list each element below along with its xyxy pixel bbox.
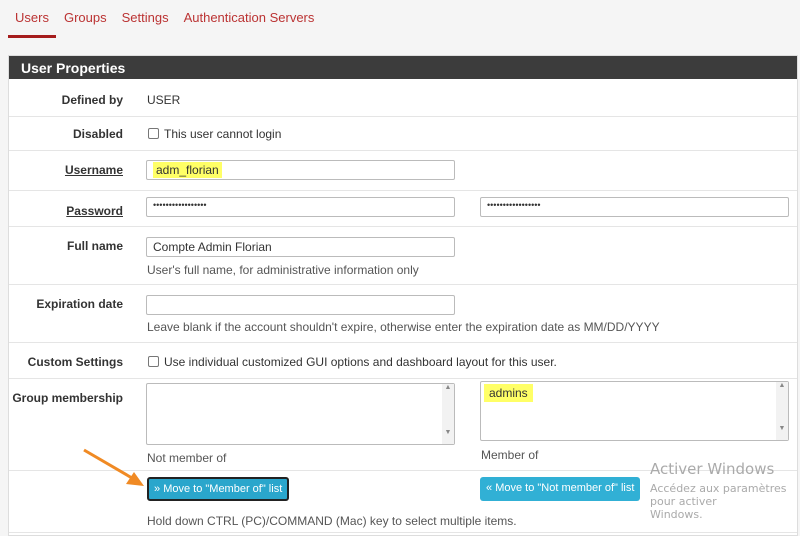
full-name-input[interactable]: Compte Admin Florian: [146, 237, 455, 257]
windows-watermark-line2: Windows.: [650, 508, 703, 521]
tab-users[interactable]: Users: [8, 0, 56, 38]
double-chevron-left-icon: «: [486, 482, 493, 494]
move-to-member-button[interactable]: » Move to "Member of" list: [147, 477, 290, 501]
expiration-label: Expiration date: [36, 297, 123, 311]
custom-settings-checkbox[interactable]: [148, 356, 159, 367]
password-confirm-input[interactable]: •••••••••••••••••: [480, 197, 789, 217]
move-to-not-member-label: Move to "Not member of" list: [495, 482, 635, 494]
full-name-help: User's full name, for administrative inf…: [147, 263, 419, 277]
panel-title: User Properties: [9, 56, 797, 79]
member-of-label: Member of: [481, 448, 539, 462]
expiration-input[interactable]: [146, 295, 455, 315]
double-chevron-right-icon: »: [154, 483, 161, 495]
row-expiration: Expiration date Leave blank if the accou…: [9, 285, 797, 343]
row-defined-by: Defined by USER: [9, 80, 797, 117]
move-to-not-member-button[interactable]: « Move to "Not member of" list: [480, 477, 641, 501]
tab-bar: Users Groups Settings Authentication Ser…: [0, 0, 321, 38]
disabled-checkbox-label[interactable]: This user cannot login: [164, 127, 281, 141]
windows-watermark-line1: Accédez aux paramètres pour activer: [650, 482, 787, 508]
annotation-arrow-icon: [83, 448, 144, 486]
tab-groups[interactable]: Groups: [57, 0, 114, 38]
not-member-of-label: Not member of: [147, 451, 227, 465]
custom-settings-label: Custom Settings: [27, 355, 123, 369]
defined-by-value: USER: [147, 93, 181, 107]
scrollbar[interactable]: ▲ ▼: [442, 384, 454, 444]
full-name-label: Full name: [66, 239, 123, 253]
row-username: Username adm_florian: [9, 151, 797, 191]
scrollbar[interactable]: ▲ ▼: [776, 382, 788, 440]
group-membership-label: Group membership: [12, 391, 123, 405]
row-full-name: Full name Compte Admin Florian User's fu…: [9, 227, 797, 285]
row-disabled: Disabled This user cannot login: [9, 117, 797, 151]
username-input[interactable]: adm_florian: [146, 160, 455, 180]
row-custom-settings: Custom Settings Use individual customize…: [9, 343, 797, 379]
tab-authentication-servers[interactable]: Authentication Servers: [177, 0, 322, 38]
defined-by-label: Defined by: [61, 93, 123, 107]
expiration-help: Leave blank if the account shouldn't exp…: [147, 320, 660, 334]
windows-watermark-title: Activer Windows: [650, 460, 775, 478]
disabled-label: Disabled: [72, 127, 123, 141]
username-value: adm_florian: [153, 162, 222, 178]
password-input[interactable]: •••••••••••••••••: [146, 197, 455, 217]
tab-settings[interactable]: Settings: [115, 0, 176, 38]
member-of-item[interactable]: admins: [484, 384, 533, 402]
group-membership-help: Hold down CTRL (PC)/COMMAND (Mac) key to…: [147, 514, 517, 528]
row-password: Password ••••••••••••••••• •••••••••••••…: [9, 191, 797, 227]
username-label: Username: [64, 163, 123, 177]
password-label: Password: [66, 204, 123, 218]
move-to-member-label: Move to "Member of" list: [163, 483, 283, 495]
member-of-list[interactable]: admins ▲ ▼: [480, 381, 789, 441]
windows-watermark: Activer Windows Accédez aux paramètres p…: [650, 460, 796, 521]
disabled-checkbox[interactable]: [148, 128, 159, 139]
custom-settings-checkbox-label[interactable]: Use individual customized GUI options an…: [164, 355, 557, 369]
not-member-of-list[interactable]: ▲ ▼: [146, 383, 455, 445]
